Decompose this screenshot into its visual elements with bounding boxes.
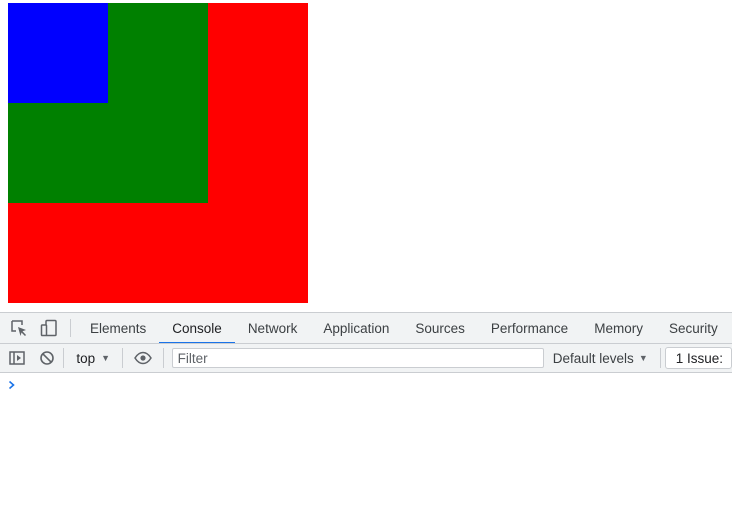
log-levels-dropdown[interactable]: Default levels ▼ xyxy=(544,351,658,366)
filter-input[interactable] xyxy=(171,348,544,368)
blue-square xyxy=(8,3,108,103)
tab-console[interactable]: Console xyxy=(159,313,235,343)
toolbar-separator xyxy=(122,348,124,368)
tab-network[interactable]: Network xyxy=(235,313,311,343)
toolbar-separator xyxy=(659,348,661,368)
sidebar-toggle-icon[interactable] xyxy=(2,344,32,372)
tab-sources[interactable]: Sources xyxy=(402,313,478,343)
page-viewport xyxy=(0,0,732,312)
eye-icon[interactable] xyxy=(125,344,161,372)
tab-application[interactable]: Application xyxy=(310,313,402,343)
toolbar-separator xyxy=(162,348,164,368)
chevron-right-icon xyxy=(8,377,16,395)
devtools-tab-bar: Elements Console Network Application Sou… xyxy=(0,312,732,344)
issues-label: 1 Issue: xyxy=(675,350,723,366)
console-output[interactable] xyxy=(0,373,732,521)
tab-security[interactable]: Security xyxy=(656,313,731,343)
tab-separator xyxy=(70,319,71,337)
issues-button[interactable]: 1 Issue: xyxy=(664,347,732,369)
inspect-element-icon[interactable] xyxy=(4,313,34,343)
tab-elements[interactable]: Elements xyxy=(77,313,159,343)
devtools-panel: Elements Console Network Application Sou… xyxy=(0,312,732,521)
tab-memory[interactable]: Memory xyxy=(581,313,656,343)
console-toolbar: top ▼ Default levels ▼ 1 Issue: xyxy=(0,344,732,373)
caret-down-icon: ▼ xyxy=(101,353,111,363)
context-label: top xyxy=(76,350,96,366)
caret-down-icon: ▼ xyxy=(638,353,648,363)
toolbar-separator xyxy=(63,348,65,368)
log-levels-label: Default levels xyxy=(552,350,634,366)
context-selector[interactable]: top ▼ xyxy=(66,351,120,366)
clear-console-icon[interactable] xyxy=(32,344,62,372)
device-toolbar-icon[interactable] xyxy=(34,313,64,343)
tab-performance[interactable]: Performance xyxy=(478,313,581,343)
